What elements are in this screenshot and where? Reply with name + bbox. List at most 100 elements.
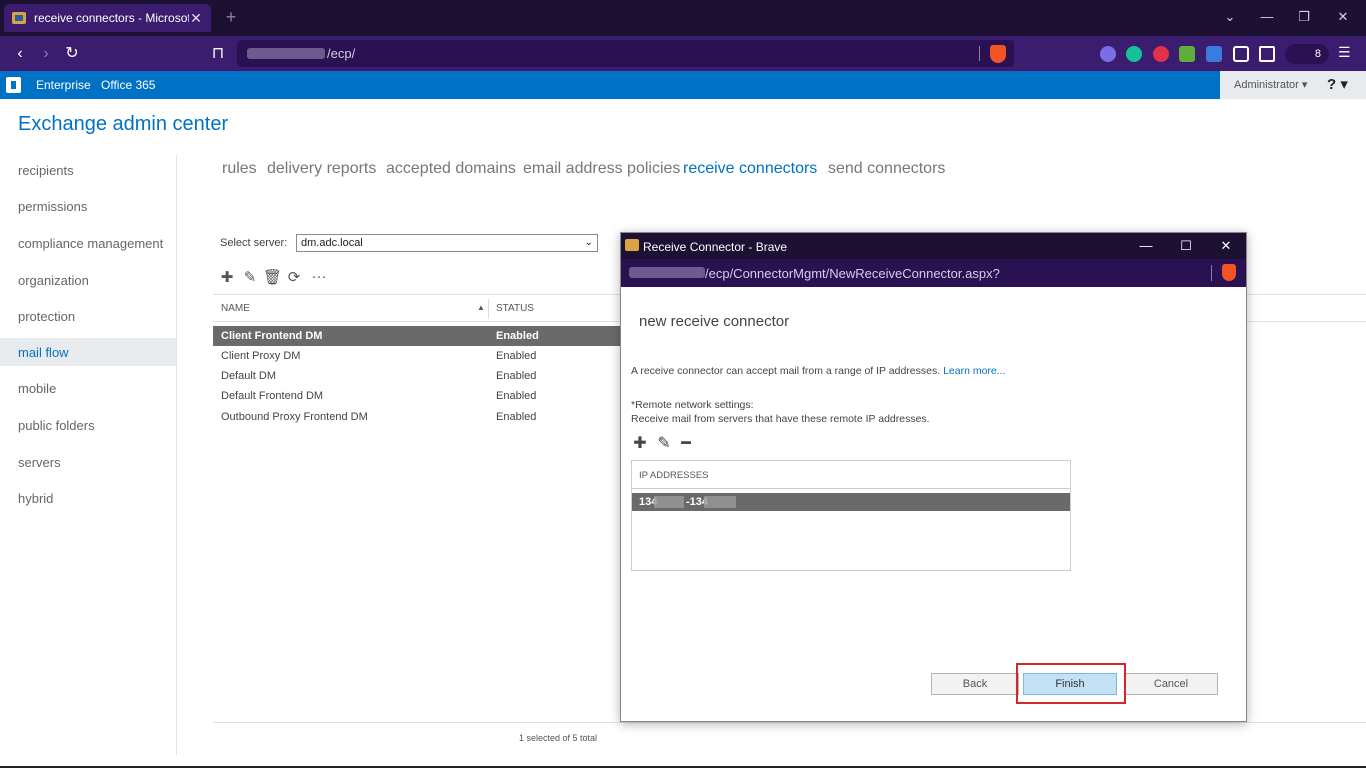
help-menu-icon[interactable]: ? ▾ [1327, 75, 1348, 93]
dialog-url-path: /ecp/ConnectorMgmt/NewReceiveConnector.a… [705, 266, 1000, 281]
grid-footer-divider [213, 722, 1366, 723]
tab-rules[interactable]: rules [222, 160, 257, 178]
maximize-icon[interactable]: ☐ [1176, 238, 1196, 254]
add-ip-icon[interactable]: ✚ [631, 433, 649, 453]
browser-tab[interactable]: receive connectors - Microsoft ✕ [4, 4, 211, 32]
column-status[interactable]: STATUS [496, 303, 534, 314]
nav-servers[interactable]: servers [18, 455, 61, 470]
nav-compliance-management[interactable]: compliance management [18, 236, 163, 251]
tab-list-icon[interactable]: ⌄ [1220, 9, 1240, 25]
nav-protection[interactable]: protection [18, 309, 75, 324]
nav-public-folders[interactable]: public folders [18, 418, 95, 433]
close-icon[interactable]: ✕ [1216, 238, 1236, 254]
nav-mobile[interactable]: mobile [18, 381, 56, 396]
receive-connector-dialog: Receive Connector - Brave — ☐ ✕ /ecp/Con… [620, 232, 1247, 722]
row-name: Default DM [221, 370, 277, 382]
browser-menu-icon[interactable]: ☰ [1338, 44, 1358, 61]
bookmark-icon[interactable]: ⊓ [208, 44, 228, 64]
column-name[interactable]: NAME [221, 303, 250, 314]
extensions-puzzle-icon[interactable] [1233, 46, 1249, 62]
tab-accepted-domains[interactable]: accepted domains [386, 160, 516, 178]
nav-permissions[interactable]: permissions [18, 199, 87, 214]
extension-red-icon[interactable] [1153, 46, 1169, 62]
table-row[interactable]: Outbound Proxy Frontend DM Enabled [213, 407, 620, 427]
left-navigation: recipients permissions compliance manage… [0, 155, 177, 755]
edit-icon[interactable]: ✎ [241, 268, 259, 286]
selection-count: 1 selected of 5 total [519, 733, 598, 743]
sidebar-icon[interactable] [1259, 46, 1275, 62]
url-path: /ecp/ [327, 46, 356, 61]
browser-tab-bar: receive connectors - Microsoft ✕ + ⌄ — ❐… [0, 0, 1366, 36]
nav-recipients[interactable]: recipients [18, 163, 74, 178]
url-host-redacted [247, 48, 325, 59]
exchange-favicon-icon [625, 239, 639, 251]
dialog-address-bar[interactable]: /ecp/ConnectorMgmt/NewReceiveConnector.a… [621, 259, 1246, 287]
learn-more-link[interactable]: Learn more... [943, 365, 1005, 377]
vpn-badge[interactable]: 8 [1285, 44, 1329, 64]
tab-title: receive connectors - Microsoft [34, 11, 189, 25]
cancel-button[interactable]: Cancel [1124, 673, 1218, 695]
ip-column-header: IP ADDRESSES [632, 461, 1070, 489]
delete-icon[interactable]: 🗑 [263, 268, 282, 286]
row-status: Enabled [496, 370, 537, 382]
minimize-icon[interactable]: — [1257, 9, 1277, 24]
user-area: Administrator ▾ ? ▾ [1220, 71, 1366, 99]
url-separator [1211, 265, 1212, 281]
remove-ip-icon[interactable]: ━ [677, 433, 695, 453]
minimize-icon[interactable]: — [1136, 238, 1156, 253]
table-row[interactable]: Default DM Enabled [213, 366, 620, 386]
back-button[interactable]: Back [931, 673, 1019, 695]
extension-puzzle-green-icon[interactable] [1179, 46, 1195, 62]
tab-send-connectors[interactable]: send connectors [828, 160, 945, 178]
office365-link[interactable]: Office 365 [101, 78, 155, 92]
address-bar[interactable]: /ecp/ [237, 40, 1014, 67]
table-row[interactable]: Client Proxy DM Enabled [213, 346, 620, 366]
tab-delivery-reports[interactable]: delivery reports [267, 160, 376, 178]
row-name: Client Proxy DM [221, 350, 301, 362]
dialog-title-bar: Receive Connector - Brave — ☐ ✕ [621, 233, 1246, 259]
ip-redacted [704, 496, 736, 508]
nav-organization[interactable]: organization [18, 273, 89, 288]
nav-mail-flow[interactable]: mail flow [18, 345, 69, 360]
url-host-redacted [629, 267, 705, 278]
dialog-description: A receive connector can accept mail from… [631, 365, 1006, 377]
table-row[interactable]: Default Frontend DM Enabled [213, 386, 620, 406]
tab-close-icon[interactable]: ✕ [189, 10, 203, 27]
grammarly-icon[interactable] [1126, 46, 1142, 62]
reload-icon[interactable]: ↻ [62, 44, 82, 64]
tab-receive-connectors[interactable]: receive connectors [683, 160, 817, 178]
more-icon[interactable]: ··· [310, 268, 328, 285]
forward-icon[interactable]: › [36, 44, 56, 64]
table-row[interactable]: Client Frontend DM Enabled [213, 326, 620, 346]
exchange-favicon-icon [12, 12, 26, 24]
server-select[interactable]: dm.adc.local ⌄ [296, 234, 598, 252]
brave-shields-icon[interactable] [1222, 264, 1236, 281]
add-icon[interactable]: ✚ [218, 268, 236, 286]
remote-settings-desc: Receive mail from servers that have thes… [631, 413, 930, 425]
user-menu[interactable]: Administrator ▾ [1234, 78, 1307, 91]
brave-shields-icon[interactable] [990, 45, 1006, 63]
remote-settings-title: *Remote network settings: [631, 399, 754, 411]
refresh-icon[interactable]: ⟳ [285, 268, 303, 286]
select-server-label: Select server: [220, 237, 288, 249]
office-logo-icon[interactable] [6, 77, 21, 93]
row-status: Enabled [496, 390, 537, 402]
new-tab-button[interactable]: + [222, 8, 240, 26]
column-divider [488, 299, 489, 319]
restore-icon[interactable]: ❐ [1294, 9, 1314, 25]
enterprise-link[interactable]: Enterprise [36, 78, 91, 92]
list-item[interactable]: 134 -134 [632, 493, 1070, 511]
dialog-heading: new receive connector [639, 313, 790, 330]
close-window-icon[interactable]: ✕ [1333, 9, 1353, 25]
edit-ip-icon[interactable]: ✎ [655, 433, 673, 453]
translate-icon[interactable] [1206, 46, 1222, 62]
server-select-value: dm.adc.local [301, 237, 363, 249]
row-name: Client Frontend DM [221, 330, 323, 342]
extension-gear-icon[interactable] [1100, 46, 1116, 62]
nav-hybrid[interactable]: hybrid [18, 491, 53, 506]
chevron-down-icon: ⌄ [584, 237, 593, 248]
tab-email-address-policies[interactable]: email address policies [523, 160, 680, 178]
page-title: Exchange admin center [18, 113, 229, 135]
back-icon[interactable]: ‹ [10, 44, 30, 64]
row-name: Default Frontend DM [221, 390, 324, 402]
